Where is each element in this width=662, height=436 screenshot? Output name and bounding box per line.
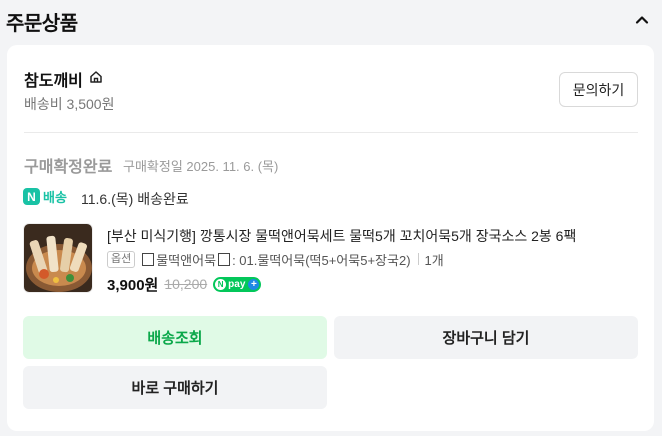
order-card: 참도깨비 배송비 3,500원 문의하기 구매확정완료 구매확정일 2025. …: [7, 45, 654, 431]
section-title: 주문상품: [6, 13, 78, 35]
home-icon[interactable]: [89, 70, 103, 84]
box-glyph-icon: [218, 252, 231, 266]
npay-label: pay: [228, 278, 246, 290]
price-row: 3,900원 10,200 N pay +: [107, 274, 262, 294]
delivery-badge-label: 배송: [43, 190, 67, 205]
store-name[interactable]: 참도깨비: [24, 67, 83, 91]
price: 3,900원: [107, 276, 159, 294]
delivery-status: 11.6.(목) 배송완료: [81, 191, 189, 207]
option-value: : 01.물떡어묵(떡5+어묵5+장국2): [232, 252, 411, 268]
chevron-up-icon[interactable]: [634, 12, 650, 28]
box-glyph-icon: [142, 252, 155, 266]
buy-now-button[interactable]: 바로 구매하기: [23, 366, 327, 409]
order-confirm-date: 구매확정일 2025. 11. 6. (목): [123, 159, 279, 174]
track-delivery-button[interactable]: 배송조회: [23, 316, 327, 359]
fishcake-image-icon: [24, 224, 92, 292]
naver-n-icon: N: [23, 188, 40, 205]
npay-plus-badge: N pay +: [213, 276, 262, 292]
divider: [24, 132, 638, 133]
product-image[interactable]: [23, 223, 93, 293]
separator: [417, 253, 419, 265]
section-header[interactable]: 주문상품: [0, 0, 662, 42]
naver-n-icon: N: [215, 278, 227, 290]
inquiry-button[interactable]: 문의하기: [559, 72, 638, 107]
npay-delivery-badge: N 배송: [23, 188, 67, 205]
quantity: 1개: [424, 252, 444, 268]
option-row: 옵션 물떡앤어묵 : 01.물떡어묵(떡5+어묵5+장국2) 1개: [107, 250, 444, 268]
order-status: 구매확정완료: [24, 159, 113, 176]
add-to-cart-button[interactable]: 장바구니 담기: [334, 316, 638, 359]
shipping-fee: 배송비 3,500원: [24, 96, 115, 112]
option-tag: 옵션: [107, 250, 136, 268]
product-title[interactable]: [부산 미식기행] 깡통시장 물떡앤어묵세트 물떡5개 꼬치어묵5개 장국소스 …: [107, 226, 637, 246]
option-name: 물떡앤어묵: [156, 252, 217, 268]
plus-icon: +: [248, 278, 260, 290]
original-price: 10,200: [164, 276, 208, 292]
